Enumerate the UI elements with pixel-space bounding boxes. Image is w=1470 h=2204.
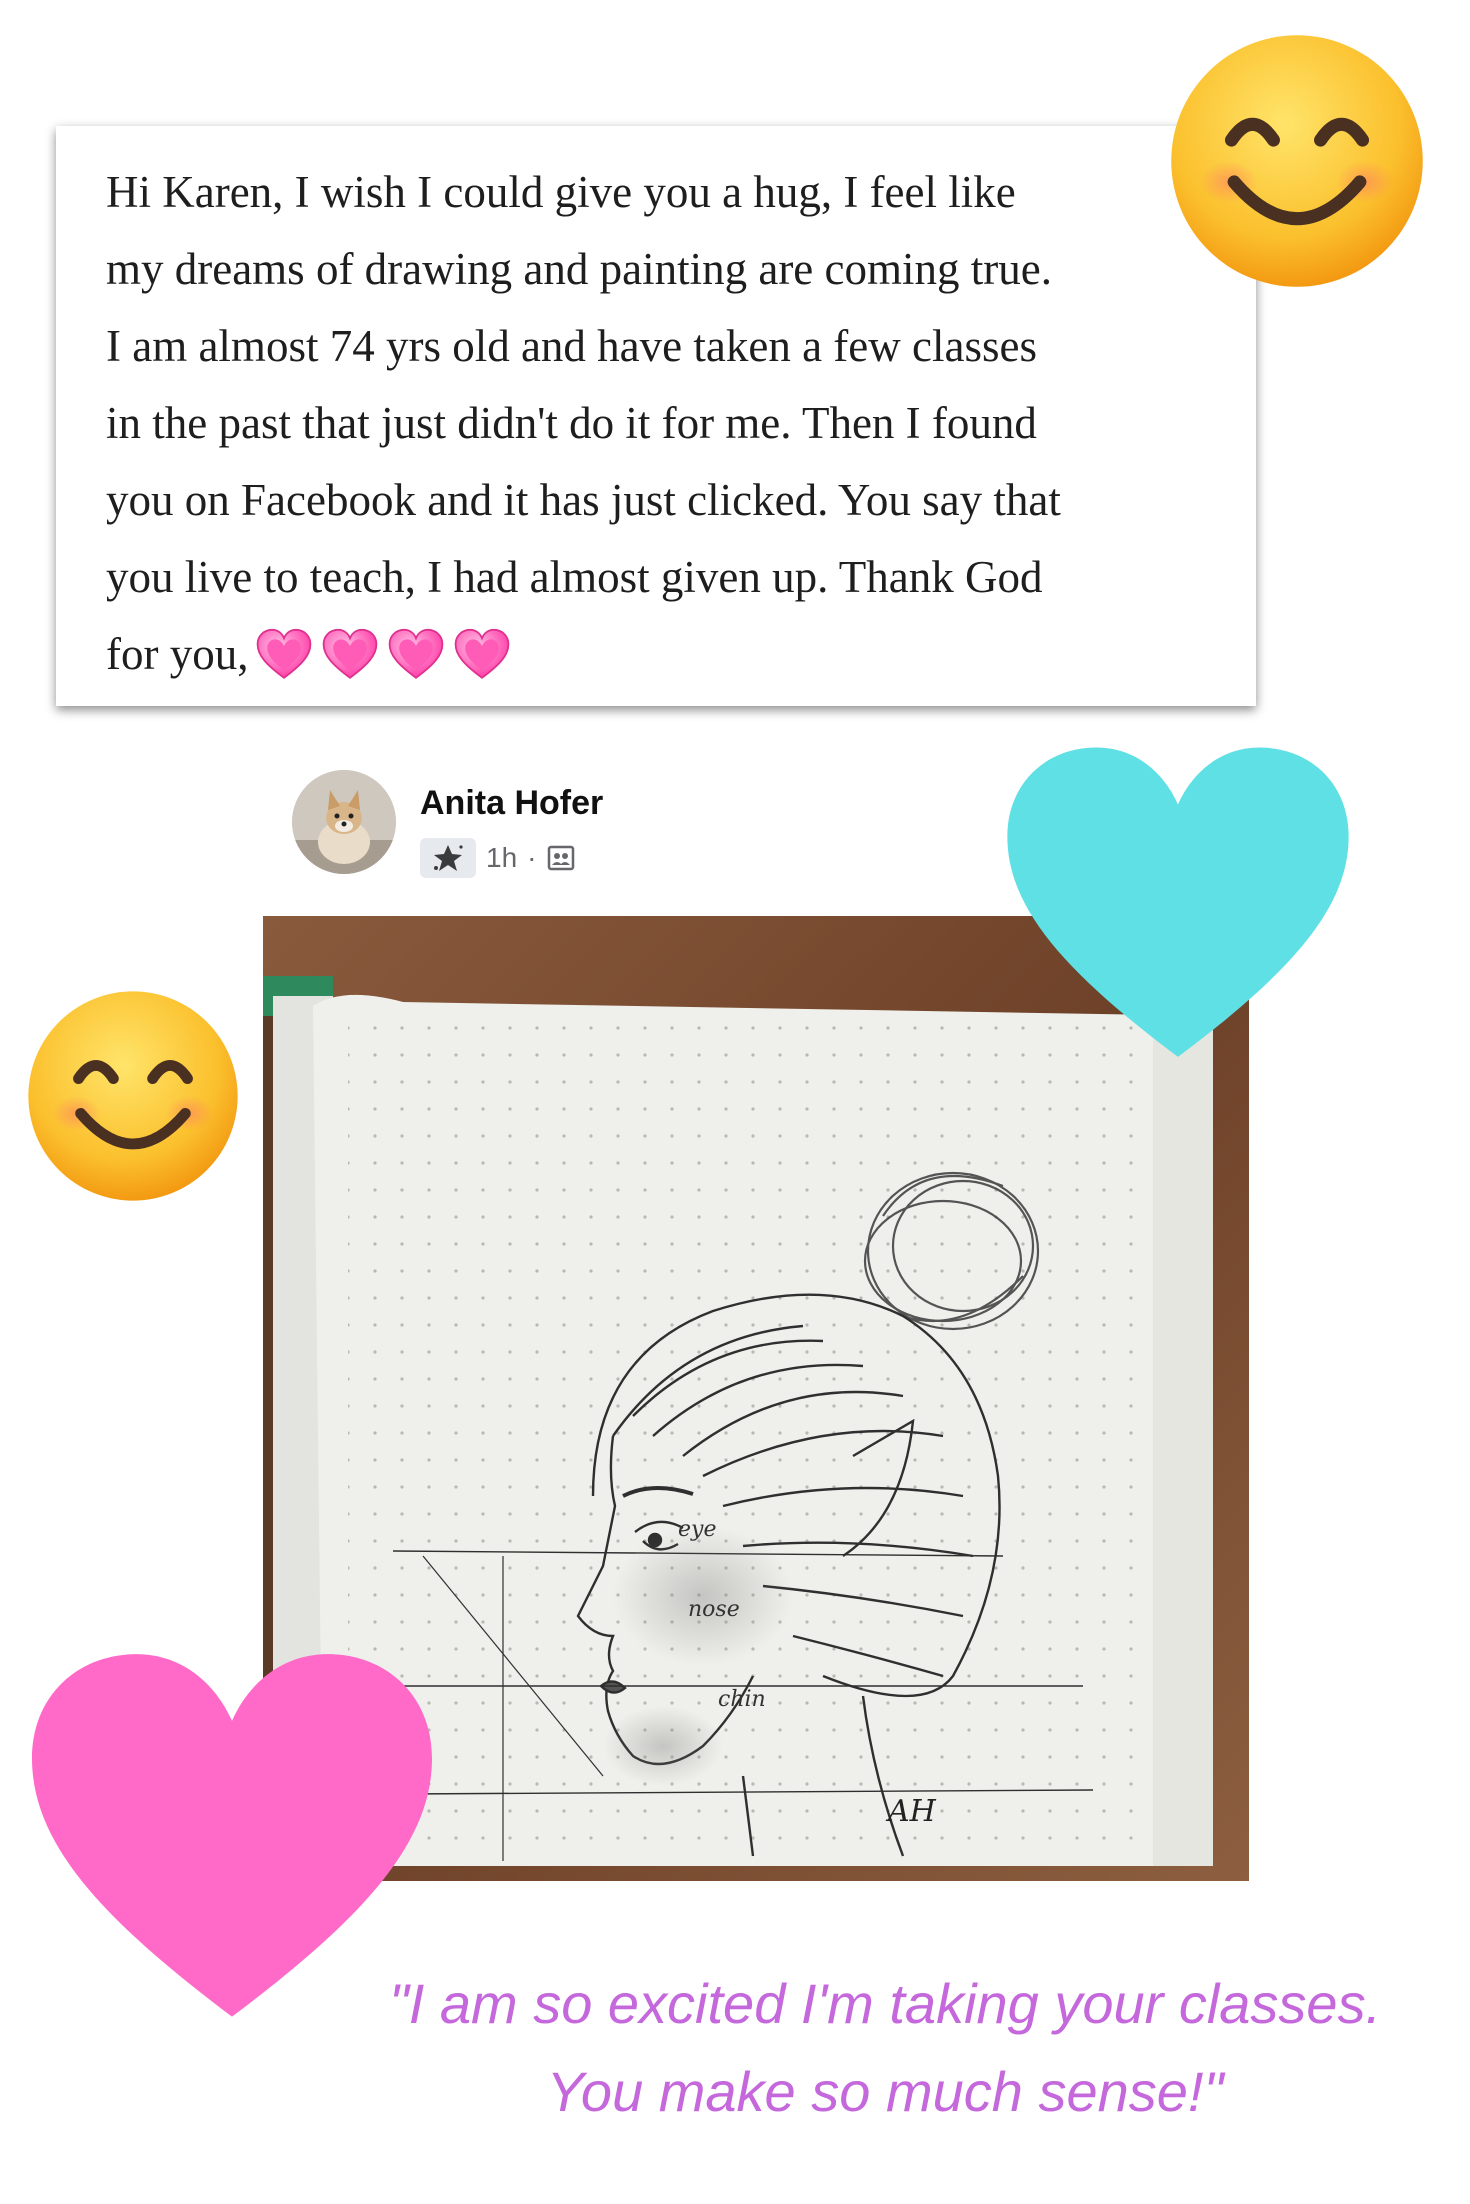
- sparkling-heart-icon: [257, 628, 312, 679]
- post-meta: 1h ·: [420, 838, 576, 878]
- author-name[interactable]: Anita Hofer: [420, 784, 603, 823]
- sparkling-heart-icon: [389, 628, 444, 679]
- sketch-label-nose: nose: [688, 1597, 740, 1622]
- star-icon: [434, 845, 463, 871]
- message-card: Hi Karen, I wish I could give you a hug,…: [56, 126, 1256, 706]
- sparkling-heart-icon: [323, 628, 378, 679]
- sketch-signature: AH: [885, 1794, 937, 1829]
- post-time[interactable]: 1h: [486, 842, 517, 874]
- teal-heart-icon: [1007, 747, 1349, 1057]
- message-line: Hi Karen, I wish I could give you a hug,…: [106, 167, 1016, 217]
- quote-line: You make so much sense!": [546, 2060, 1224, 2123]
- message-line: my dreams of drawing and painting are co…: [106, 244, 1052, 294]
- post-header: Anita Hofer 1h ·: [292, 770, 892, 880]
- message-line: you live to teach, I had almost given up…: [106, 552, 1043, 602]
- message-line: you on Facebook and it has just clicked.…: [106, 475, 1061, 525]
- pink-hearts: [254, 625, 512, 685]
- meta-separator: ·: [527, 842, 537, 873]
- avatar[interactable]: [292, 770, 396, 874]
- sketch-label-chin: chin: [718, 1687, 766, 1712]
- top-fan-badge[interactable]: [420, 838, 476, 878]
- quote-line: "I am so excited I'm taking your classes…: [388, 1972, 1382, 2035]
- friends-audience-icon[interactable]: [546, 843, 576, 873]
- dog-avatar-icon: [292, 770, 396, 874]
- message-line: in the past that just didn't do it for m…: [106, 398, 1037, 448]
- testimonial-quote: "I am so excited I'm taking your classes…: [300, 1960, 1470, 2136]
- sparkling-heart-icon: [455, 628, 510, 679]
- message-line-text: for you,: [106, 629, 249, 679]
- message-line: I am almost 74 yrs old and have taken a …: [106, 321, 1037, 371]
- message-line-last: for you,: [106, 616, 1206, 693]
- sketch-label-eye: eye: [678, 1517, 716, 1542]
- smiling-face-emoji-icon: [28, 991, 238, 1201]
- smiling-face-emoji-icon: [1171, 35, 1423, 287]
